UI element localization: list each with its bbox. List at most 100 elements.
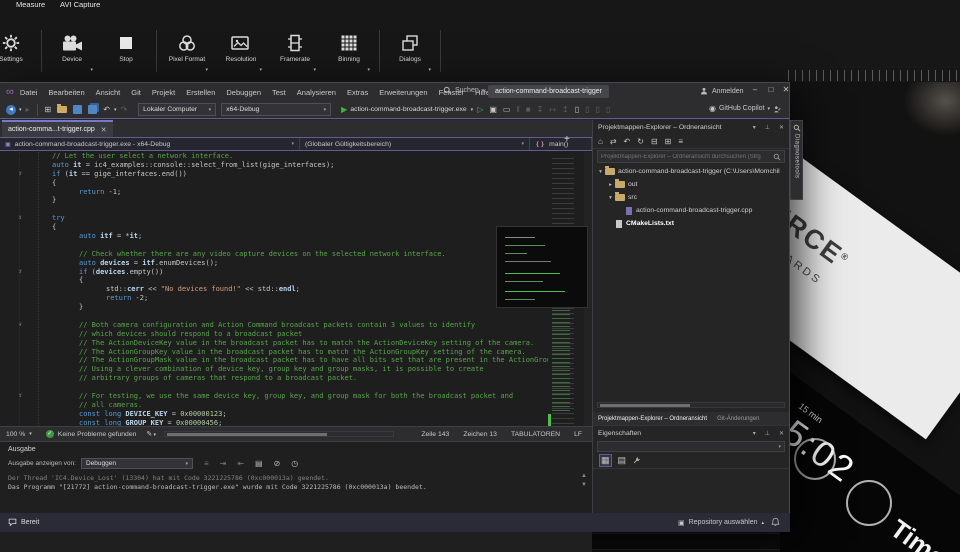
bookmark-next-icon[interactable]: ▯ [596,102,600,118]
tree-item[interactable]: action-command-broadcast-trigger.cpp [593,204,789,217]
fold-chevron-icon[interactable]: ∨ [0,392,40,401]
sign-in-button[interactable]: Anmelden [700,87,744,95]
code-line[interactable]: const long DEVICE_KEY = 0x00000123; [0,410,548,419]
close-tab-icon[interactable]: ✕ [101,126,107,134]
code-line[interactable]: // The ActionGroupMask value in the broa… [0,356,548,365]
code-line[interactable]: ∨if (devices.empty()) [0,268,548,277]
tree-item[interactable]: ▾src [593,191,789,204]
home-icon[interactable]: ⌂ [598,137,603,146]
switch-views-icon[interactable]: ⇄ [610,137,617,146]
menu-projekt[interactable]: Projekt [152,88,175,97]
scope-dropdown[interactable]: (Globaler Gültigkeitsbereich) ▾ [300,138,530,150]
code-line[interactable]: ∨// Both camera configuration and Action… [0,321,548,330]
configuration-select[interactable]: x64-Debug▾ [221,103,331,116]
problems-indicator[interactable]: ✓ Keine Probleme gefunden [46,430,137,438]
code-line[interactable] [0,205,548,214]
step-out-icon[interactable]: ↥ [562,102,569,118]
menu-erweiterungen[interactable]: Erweiterungen [379,88,427,97]
step-into-icon[interactable]: ↧ [537,102,544,118]
chevron-down-icon[interactable]: ▾ [753,430,756,437]
processes-icon[interactable]: ▣ [489,102,497,118]
column-indicator[interactable]: Zeichen 13 [463,431,497,438]
menu-erstellen[interactable]: Erstellen [186,88,215,97]
ribbon-button-binning[interactable]: Binning▾ [322,28,376,74]
chevron-down-icon[interactable]: ▾ [19,102,22,118]
select-repository-button[interactable]: ▣ Repository auswählen ▴ [678,519,764,527]
ribbon-button-resolution[interactable]: Resolution▾ [214,28,268,74]
search-input[interactable] [601,154,773,160]
close-icon[interactable]: ✕ [779,430,784,437]
code-line[interactable]: return -1; [0,188,548,197]
find-icon[interactable]: ≡ [204,459,209,468]
code-line[interactable]: ∨if (it == gige_interfaces.end()) [0,170,548,179]
run-button[interactable]: ▶ action-command-broadcast-trigger.exe ▾ [341,102,474,118]
output-log[interactable]: Der Thread 'IC4.Device_Lost' (13304) hat… [8,474,568,492]
collapse-all-icon[interactable]: ⊟ [651,137,658,146]
solution-explorer-scrollbar[interactable] [597,402,785,408]
ribbon-button-pixel-format[interactable]: Pixel Format▾ [160,28,214,74]
tree-expander-icon[interactable]: ▸ [607,182,614,188]
navigate-forward-icon[interactable]: ▸ [26,102,30,118]
tree-item[interactable]: ▾action-command-broadcast-trigger (C:\Us… [593,165,789,178]
code-line[interactable]: ∨try [0,214,548,223]
code-line[interactable]: { [0,223,548,232]
wrench-icon[interactable] [632,456,641,465]
code-line[interactable]: // The ActionDeviceKey value in the broa… [0,339,548,348]
open-folder-icon[interactable] [57,106,67,113]
code-line[interactable]: // Using a clever combination of device … [0,365,548,374]
code-line[interactable]: } [0,196,548,205]
tabs-indicator[interactable]: TABULATOREN [511,431,560,438]
solution-explorer-header[interactable]: Projektmappen-Explorer – Ordneransicht ▾… [593,120,789,134]
project-dropdown[interactable]: ▣ action-command-broadcast-trigger.exe -… [0,138,300,150]
stop-debug-icon[interactable]: ■ [526,102,531,118]
ribbon-button-settings[interactable]: Settings [0,28,38,74]
more-options-icon[interactable]: ≡ [678,137,683,146]
refresh-icon[interactable]: ↻ [637,137,644,146]
tree-expander-icon[interactable]: ▾ [607,195,614,201]
alphabetical-icon[interactable]: ▤ [618,455,627,466]
zoom-select[interactable]: 100 %▾ [0,431,38,438]
wrap-icon[interactable]: ▤ [255,459,263,468]
code-line[interactable]: auto it = ic4_examples::console::select_… [0,161,548,170]
monitor-icon[interactable]: ▭ [503,102,511,118]
expand-all-icon[interactable]: ⊞ [665,137,672,146]
close-button[interactable]: ✕ [779,85,793,94]
output-vertical-scrollbar[interactable]: ▲▼ [580,472,588,498]
editor-horizontal-scrollbar[interactable] [164,431,394,437]
tab-measure[interactable]: Measure [16,0,45,9]
code-line[interactable]: // which devices should respond to a bro… [0,330,548,339]
bookmark-icon[interactable]: ▯ [575,102,579,118]
pause-icon[interactable]: ‖ [516,102,519,118]
github-copilot-button[interactable]: ◉ GitHub Copilot ▾ [709,104,781,113]
search-box[interactable]: Suchen ▾ [443,86,484,95]
notifications-bell-icon[interactable] [771,517,780,527]
menu-git[interactable]: Git [131,88,141,97]
properties-header[interactable]: Eigenschaften ▾ ⊥ ✕ [593,426,789,440]
code-line[interactable]: { [0,276,548,285]
categorized-icon[interactable]: ▦ [599,454,612,467]
code-line[interactable]: const long GROUP_KEY = 0x00000456; [0,419,548,426]
find-prev-icon[interactable]: ⇤ [237,459,244,468]
run-without-debug-icon[interactable]: ▷ [477,102,483,118]
menu-bearbeiten[interactable]: Bearbeiten [48,88,84,97]
minimize-button[interactable]: – [748,85,762,94]
plus-icon[interactable]: + [564,134,570,145]
code-editor[interactable]: // Let the user select a network interfa… [0,152,548,426]
code-line[interactable]: // Let the user select a network interfa… [0,152,548,161]
panel-tab[interactable]: Git-Änderungen [717,416,759,422]
menu-test[interactable]: Test [272,88,286,97]
menu-debuggen[interactable]: Debuggen [226,88,261,97]
undo-icon[interactable]: ↶ [103,102,110,118]
edit-pen-icon[interactable]: ✎ ▾ [146,430,156,438]
bookmark-prev-icon[interactable]: ▯ [585,102,589,118]
feedback-icon[interactable] [8,518,17,527]
menu-analysieren[interactable]: Analysieren [297,88,336,97]
menu-extras[interactable]: Extras [347,88,368,97]
output-source-select[interactable]: Debuggen▾ [81,458,193,469]
code-line[interactable]: } [0,303,548,312]
tree-expander-icon[interactable]: ▾ [597,169,604,175]
code-line[interactable] [0,383,548,392]
fold-chevron-icon[interactable]: ∨ [0,268,40,277]
redo-icon[interactable]: ↷ [120,102,127,118]
menu-ansicht[interactable]: Ansicht [96,88,121,97]
